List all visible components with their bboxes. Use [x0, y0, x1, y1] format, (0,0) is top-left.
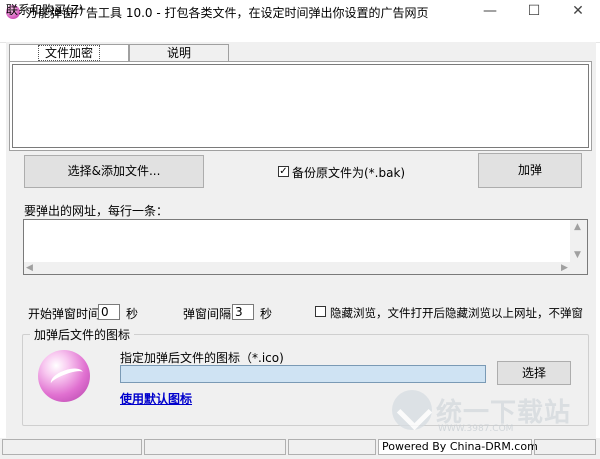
hidden-browse-label: 隐藏浏览，文件打开后隐藏浏览以上网址，不弹窗 — [330, 306, 583, 320]
menu-contact-purchase[interactable]: 联系和购买(Z) — [6, 1, 84, 18]
icon-field-label: 指定加弹后文件的图标（*.ico) — [120, 351, 284, 365]
file-list[interactable] — [12, 64, 589, 148]
status-cell — [144, 439, 286, 455]
backup-checkbox[interactable]: ✓ — [278, 166, 289, 177]
interval-input[interactable]: 3 — [232, 304, 254, 320]
url-label: 要弹出的网址，每行一条： — [24, 204, 169, 218]
maximize-button[interactable]: ☐ — [512, 0, 556, 24]
start-time-label: 开始弹窗时间 — [28, 307, 101, 321]
scroll-down-icon[interactable]: ▼ — [574, 250, 581, 260]
file-icon-preview — [38, 350, 90, 402]
tab-instructions[interactable]: 说明 — [129, 44, 229, 62]
backup-checkbox-label: 备份原文件为(*.bak) — [292, 166, 406, 180]
tab-label: 文件加密 — [37, 45, 100, 61]
encrypt-button[interactable]: 加弹 — [478, 153, 582, 188]
scroll-right-icon[interactable]: ▶ — [561, 263, 568, 273]
horizontal-scrollbar[interactable] — [24, 262, 572, 274]
add-file-button[interactable]: 选择&添加文件... — [24, 155, 204, 188]
watermark-icon — [392, 390, 432, 430]
start-time-input[interactable]: 0 — [98, 304, 120, 320]
watermark-subtext: WWW.3987.COM — [438, 424, 514, 434]
icon-group-title: 加弹后文件的图标 — [30, 326, 135, 343]
icon-path-input[interactable] — [120, 365, 486, 383]
start-time-unit: 秒 — [126, 307, 139, 321]
minimize-button[interactable]: — — [468, 0, 512, 24]
default-icon-link[interactable]: 使用默认图标 — [120, 390, 192, 407]
menu-bar — [0, 24, 600, 43]
watermark-logo: 统一下载站 WWW.3987.COM — [392, 388, 592, 436]
status-cell — [2, 439, 142, 455]
interval-label: 弹窗间隔 — [183, 307, 232, 321]
choose-icon-button[interactable]: 选择 — [497, 361, 571, 385]
hidden-browse-checkbox[interactable] — [315, 306, 326, 317]
close-button[interactable]: ✕ — [556, 0, 600, 24]
status-cell — [534, 439, 596, 455]
scroll-left-icon[interactable]: ◀ — [26, 263, 33, 273]
tab-file-encrypt[interactable]: 文件加密 — [9, 44, 129, 62]
status-powered-by: Powered By China-DRM.com — [378, 439, 538, 455]
interval-unit: 秒 — [260, 307, 273, 321]
scroll-up-icon[interactable]: ▲ — [574, 222, 581, 232]
window-title: 万能弹窗广告工具 10.0 - 打包各类文件，在设定时间弹出你设置的广告网页 — [26, 6, 429, 20]
tab-label: 说明 — [166, 46, 191, 60]
status-cell — [288, 439, 376, 455]
